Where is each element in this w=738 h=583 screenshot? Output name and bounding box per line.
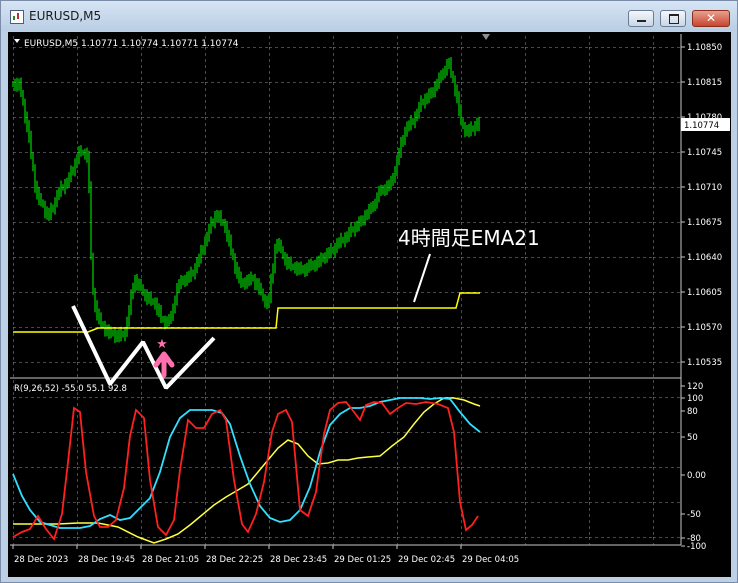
close-icon: ✕	[705, 11, 717, 25]
title-bar[interactable]: EURUSD,M5 ✕	[1, 1, 737, 31]
current-price-label: 1.10774	[684, 121, 719, 131]
price-tick-label: 1.10535	[687, 358, 722, 368]
indicator-tick-label: 0.00	[687, 471, 706, 481]
time-tick-label: 29 Dec 02:45	[398, 555, 455, 565]
price-tick-label: 1.10675	[687, 218, 722, 228]
price-tick-label: 1.10640	[687, 253, 722, 263]
indicator-tick-label: 120	[687, 382, 703, 392]
indicator-tick-label: -100	[687, 542, 706, 552]
price-tick-label: 1.10850	[687, 43, 722, 53]
time-tick-label: 29 Dec 04:05	[462, 555, 519, 565]
time-tick-label: 28 Dec 2023	[14, 555, 68, 565]
ema-annotation: 4時間足EMA21	[398, 226, 540, 250]
star-icon: ★	[156, 337, 168, 352]
time-tick-label: 28 Dec 23:45	[270, 555, 327, 565]
time-axis: 28 Dec 2023 28 Dec 19:45 28 Dec 21:05 28 De…	[12, 545, 519, 565]
time-tick-label: 29 Dec 01:25	[334, 555, 391, 565]
indicator-label: R(9,26,52) -55.0 55.1 92.8	[14, 384, 127, 394]
price-tick-label: 1.10815	[687, 78, 722, 88]
price-tick-label: 1.10710	[687, 183, 722, 193]
maximize-button[interactable]	[660, 10, 686, 27]
indicator-tick-label: 50	[687, 433, 698, 443]
window-title: EURUSD,M5	[29, 9, 102, 23]
minimize-icon	[637, 20, 646, 22]
chart-window-icon	[10, 10, 24, 24]
chart-canvas[interactable]: EURUSD,M5 1.10771 1.10774 1.10771 1.1077…	[8, 32, 731, 577]
indicator-axis: 12010080500.00-50-80-100	[681, 382, 706, 552]
time-tick-label: 28 Dec 22:25	[206, 555, 263, 565]
time-tick-label: 28 Dec 19:45	[78, 555, 135, 565]
price-tick-label: 1.10605	[687, 288, 722, 298]
indicator-tick-label: -50	[687, 510, 701, 520]
indicator-tick-label: 100	[687, 394, 703, 404]
price-tick-label: 1.10570	[687, 323, 722, 333]
price-axis: 1.108501.108151.107801.107451.107101.106…	[681, 43, 722, 368]
indicator-tick-label: 80	[687, 407, 698, 417]
close-button[interactable]: ✕	[692, 10, 730, 27]
maximize-icon	[669, 14, 679, 24]
chart-window: EURUSD,M5 ✕ EURUSD,M5 1.10771 1.10774 1.…	[0, 0, 738, 583]
indicator-pane[interactable]: R(9,26,52) -55.0 55.1 92.8 120 100 80 50 0.0…	[12, 379, 706, 552]
chart-header: EURUSD,M5 1.10771 1.10774 1.10771 1.1077…	[24, 39, 239, 49]
time-tick-label: 28 Dec 21:05	[142, 555, 199, 565]
price-tick-label: 1.10745	[687, 148, 722, 158]
minimize-button[interactable]	[628, 10, 654, 27]
price-grid	[13, 36, 681, 377]
chart-area[interactable]: EURUSD,M5 1.10771 1.10774 1.10771 1.1077…	[8, 32, 731, 577]
